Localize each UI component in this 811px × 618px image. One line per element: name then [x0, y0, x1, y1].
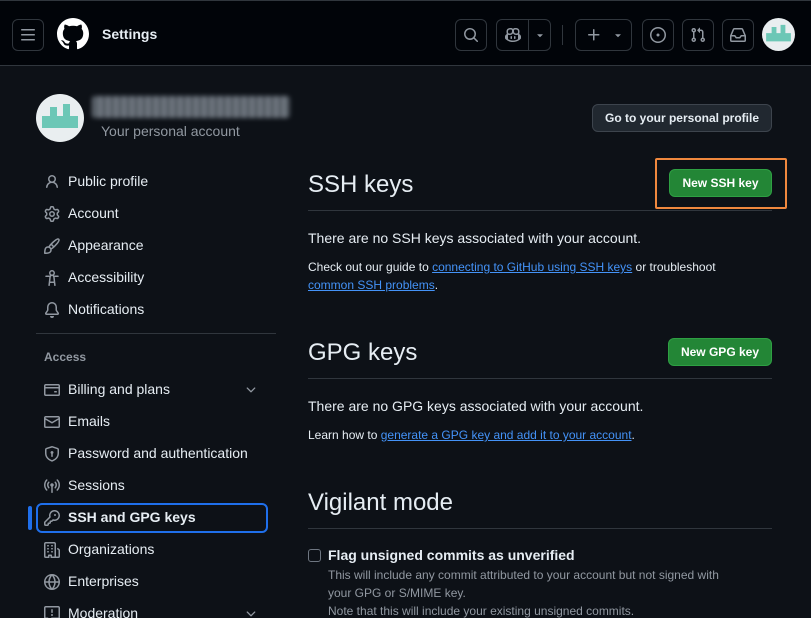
sidebar-divider: [36, 333, 276, 334]
header-divider: [562, 25, 563, 45]
gpg-learn-text: Learn how to generate a GPG key and add …: [308, 426, 778, 444]
sidebar-item-enterprises[interactable]: Enterprises: [36, 567, 268, 597]
shield-lock-icon: [44, 446, 60, 462]
sidebar-item-label: Sessions: [68, 477, 125, 493]
gpg-keys-heading: GPG keys: [308, 339, 418, 366]
sidebar-item-password[interactable]: Password and authentication: [36, 439, 268, 469]
globe-icon: [44, 574, 60, 590]
sidebar-item-accessibility[interactable]: Accessibility: [36, 263, 268, 293]
triangle-down-icon: [534, 28, 546, 42]
sidebar-item-label: Appearance: [68, 237, 144, 253]
sidebar-item-label: Moderation: [68, 605, 139, 618]
inbox-button[interactable]: [722, 19, 754, 51]
sidebar-item-label: Password and authentication: [68, 445, 248, 461]
account-name-redacted: [92, 96, 290, 118]
search-button[interactable]: [455, 19, 487, 51]
go-to-profile-button[interactable]: Go to your personal profile: [592, 104, 772, 132]
gpg-section-divider: [308, 378, 772, 379]
github-logo[interactable]: [57, 18, 89, 50]
create-new-button[interactable]: [575, 19, 632, 51]
key-icon: [44, 510, 60, 526]
selected-indicator: [28, 506, 32, 530]
sidebar-item-label: SSH and GPG keys: [68, 509, 196, 525]
gpg-learn-prefix: Learn how to: [308, 428, 381, 442]
accessibility-icon: [44, 270, 60, 286]
gear-icon: [44, 206, 60, 222]
vigilant-desc-line1: This will include any commit attributed …: [328, 568, 719, 582]
gpg-learn-suffix: .: [631, 428, 635, 442]
ssh-guide-text: Check out our guide to connecting to Git…: [308, 258, 778, 294]
sidebar-item-sessions[interactable]: Sessions: [36, 471, 268, 501]
new-gpg-key-button[interactable]: New GPG key: [668, 338, 772, 366]
account-subtitle: Your personal account: [101, 123, 240, 139]
account-avatar: [36, 94, 84, 142]
issue-icon: [650, 27, 666, 43]
sidebar-item-label: Billing and plans: [68, 381, 170, 397]
vigilant-section-divider: [308, 528, 772, 529]
sidebar-item-moderation[interactable]: Moderation: [36, 599, 268, 618]
user-avatar[interactable]: [762, 18, 795, 51]
ssh-connect-guide-link[interactable]: connecting to GitHub using SSH keys: [432, 260, 632, 274]
sidebar-item-billing[interactable]: Billing and plans: [36, 375, 268, 405]
sidebar-item-label: Public profile: [68, 173, 149, 189]
ssh-empty-message: There are no SSH keys associated with yo…: [308, 230, 642, 246]
page-title: Settings: [102, 26, 158, 42]
plus-icon: [586, 27, 602, 43]
issues-button[interactable]: [642, 19, 674, 51]
sidebar-item-label: Enterprises: [68, 573, 139, 589]
credit-card-icon: [44, 382, 60, 398]
sidebar-item-notifications[interactable]: Notifications: [36, 295, 268, 325]
report-icon: [44, 606, 60, 618]
sidebar-item-label: Organizations: [68, 541, 155, 557]
vigilant-mode-checkbox[interactable]: [308, 549, 321, 562]
sidebar-item-label: Accessibility: [68, 269, 145, 285]
ssh-keys-heading: SSH keys: [308, 171, 414, 198]
ssh-guide-suffix: .: [434, 278, 439, 292]
inbox-icon: [730, 28, 746, 42]
sidebar-item-label: Account: [68, 205, 119, 221]
mail-icon: [44, 414, 60, 430]
triangle-down-icon: [612, 28, 624, 42]
organization-icon: [44, 542, 60, 558]
sidebar-item-appearance[interactable]: Appearance: [36, 231, 268, 261]
top-header: Settings: [0, 0, 811, 66]
pull-request-icon: [691, 27, 706, 43]
gpg-generate-link[interactable]: generate a GPG key and add it to your ac…: [381, 428, 632, 442]
pull-requests-button[interactable]: [682, 19, 714, 51]
annotation-highlight-box: [655, 158, 787, 209]
vigilant-desc-line2: your GPG or S/MIME key.: [328, 586, 466, 600]
broadcast-icon: [44, 478, 60, 494]
sidebar-item-emails[interactable]: Emails: [36, 407, 268, 437]
search-icon: [464, 28, 479, 43]
sidebar-item-label: Emails: [68, 413, 111, 429]
vigilant-desc-line3: Note that this will include your existin…: [328, 604, 635, 618]
gpg-empty-message: There are no GPG keys associated with yo…: [308, 398, 644, 414]
sidebar-heading-access: Access: [44, 350, 87, 364]
copilot-button-group[interactable]: [496, 19, 551, 51]
sidebar-item-public-profile[interactable]: Public profile: [36, 167, 268, 197]
sidebar-item-label: Notifications: [68, 301, 145, 317]
menu-icon: [21, 29, 35, 41]
person-icon: [44, 174, 60, 190]
chevron-down-icon[interactable]: [244, 607, 258, 618]
sidebar-item-ssh-gpg-keys[interactable]: SSH and GPG keys: [36, 503, 268, 533]
sidebar-item-organizations[interactable]: Organizations: [36, 535, 268, 565]
ssh-section-divider: [308, 210, 772, 211]
sidebar-item-account[interactable]: Account: [36, 199, 268, 229]
ssh-guide-mid: or troubleshoot: [632, 260, 716, 274]
ssh-troubleshoot-link[interactable]: common SSH problems: [308, 278, 435, 292]
vigilant-checkbox-label[interactable]: Flag unsigned commits as unverified: [328, 547, 575, 563]
copilot-icon: [505, 27, 521, 43]
vigilant-mode-heading: Vigilant mode: [308, 489, 453, 516]
ssh-guide-prefix: Check out our guide to: [308, 260, 433, 274]
bell-icon: [44, 302, 60, 318]
menu-button[interactable]: [12, 19, 44, 51]
chevron-down-icon[interactable]: [244, 383, 258, 397]
paintbrush-icon: [44, 238, 60, 254]
